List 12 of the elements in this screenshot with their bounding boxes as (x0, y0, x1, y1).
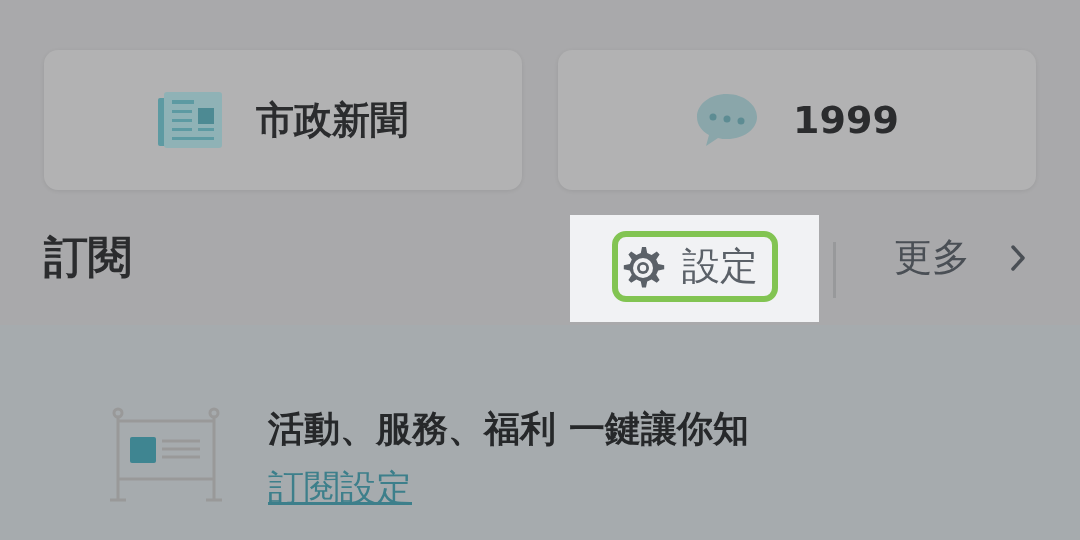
notice-board-icon (110, 407, 222, 503)
section-title: 訂閱 (44, 230, 133, 284)
more-link[interactable]: 更多 (894, 232, 970, 283)
chevron-right-icon (1010, 243, 1026, 272)
newspaper-icon (158, 92, 222, 148)
shortcut-card[interactable]: 1999 (558, 50, 1036, 190)
promo-text: 活動、服務、福利 一鍵讓你知 (268, 407, 749, 451)
chat-bubble-icon (695, 92, 760, 148)
shortcut-label: 市政新聞 (256, 96, 408, 144)
settings-button[interactable]: 設定 (611, 231, 778, 302)
shortcut-card[interactable]: 市政新聞 (44, 50, 522, 190)
shortcut-label: 1999 (793, 98, 899, 142)
